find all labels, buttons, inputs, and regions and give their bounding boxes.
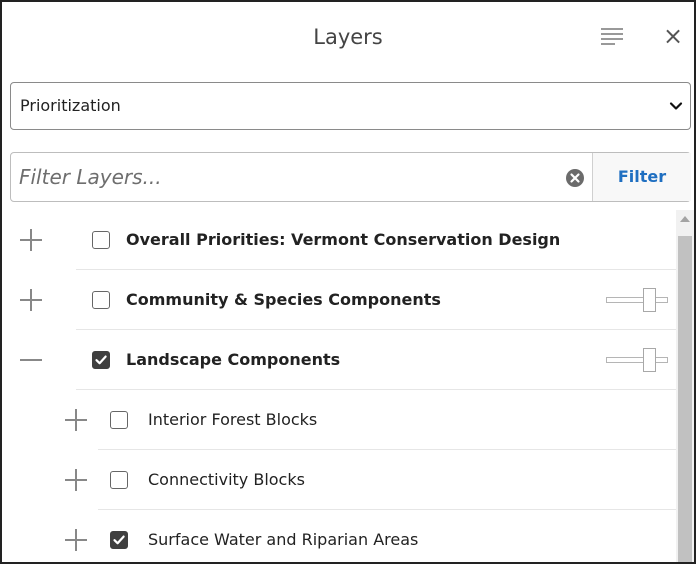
slider-thumb[interactable] [643, 288, 656, 312]
expand-plus-icon[interactable] [65, 529, 87, 551]
filter-button[interactable]: Filter [592, 153, 691, 201]
slider-thumb[interactable] [643, 348, 656, 372]
scroll-up-arrow-icon[interactable] [680, 216, 690, 222]
filter-layers-input[interactable] [11, 153, 592, 201]
layer-row[interactable]: Connectivity Blocks [2, 450, 676, 510]
checkmark-icon [113, 535, 125, 545]
layer-group-dropdown[interactable]: Prioritization [10, 82, 691, 130]
filter-row: Filter [10, 152, 691, 202]
layers-panel: Layers × Prioritization Filter Overall P… [0, 0, 696, 564]
layer-visibility-checkbox[interactable] [92, 351, 110, 369]
collapse-minus-icon[interactable] [20, 349, 42, 371]
layer-list: Overall Priorities: Vermont Conservation… [2, 210, 676, 562]
layer-row[interactable]: Surface Water and Riparian Areas [2, 510, 676, 562]
layer-visibility-checkbox[interactable] [110, 531, 128, 549]
layer-visibility-checkbox[interactable] [110, 471, 128, 489]
clear-circle-icon[interactable] [565, 168, 585, 188]
layer-row[interactable]: Community & Species Components [2, 270, 676, 330]
expand-plus-icon[interactable] [20, 229, 42, 251]
checkmark-icon [95, 355, 107, 365]
layer-visibility-checkbox[interactable] [92, 291, 110, 309]
layer-label: Connectivity Blocks [148, 470, 305, 489]
layer-row[interactable]: Interior Forest Blocks [2, 390, 676, 450]
expand-plus-icon[interactable] [20, 289, 42, 311]
layer-row[interactable]: Landscape Components [2, 330, 676, 390]
layer-label: Landscape Components [126, 350, 341, 369]
scrollbar-thumb[interactable] [678, 236, 692, 562]
layer-visibility-checkbox[interactable] [92, 231, 110, 249]
expand-plus-icon[interactable] [65, 469, 87, 491]
layer-row[interactable]: Overall Priorities: Vermont Conservation… [2, 210, 676, 270]
slider-track[interactable] [606, 297, 668, 303]
layer-label: Overall Priorities: Vermont Conservation… [126, 230, 561, 249]
chevron-down-icon [669, 102, 683, 110]
panel-title: Layers [313, 25, 383, 49]
layer-label: Surface Water and Riparian Areas [148, 530, 419, 549]
layer-label: Interior Forest Blocks [148, 410, 318, 429]
opacity-slider[interactable] [606, 348, 668, 372]
dropdown-selected-value: Prioritization [20, 96, 121, 115]
hamburger-menu-icon[interactable] [601, 28, 623, 46]
slider-track[interactable] [606, 357, 668, 363]
layer-label: Community & Species Components [126, 290, 441, 309]
expand-plus-icon[interactable] [65, 409, 87, 431]
layer-list-scrollbar[interactable] [676, 210, 694, 562]
close-icon[interactable]: × [662, 24, 684, 48]
layer-visibility-checkbox[interactable] [110, 411, 128, 429]
opacity-slider[interactable] [606, 288, 668, 312]
panel-header: Layers × [2, 2, 694, 68]
